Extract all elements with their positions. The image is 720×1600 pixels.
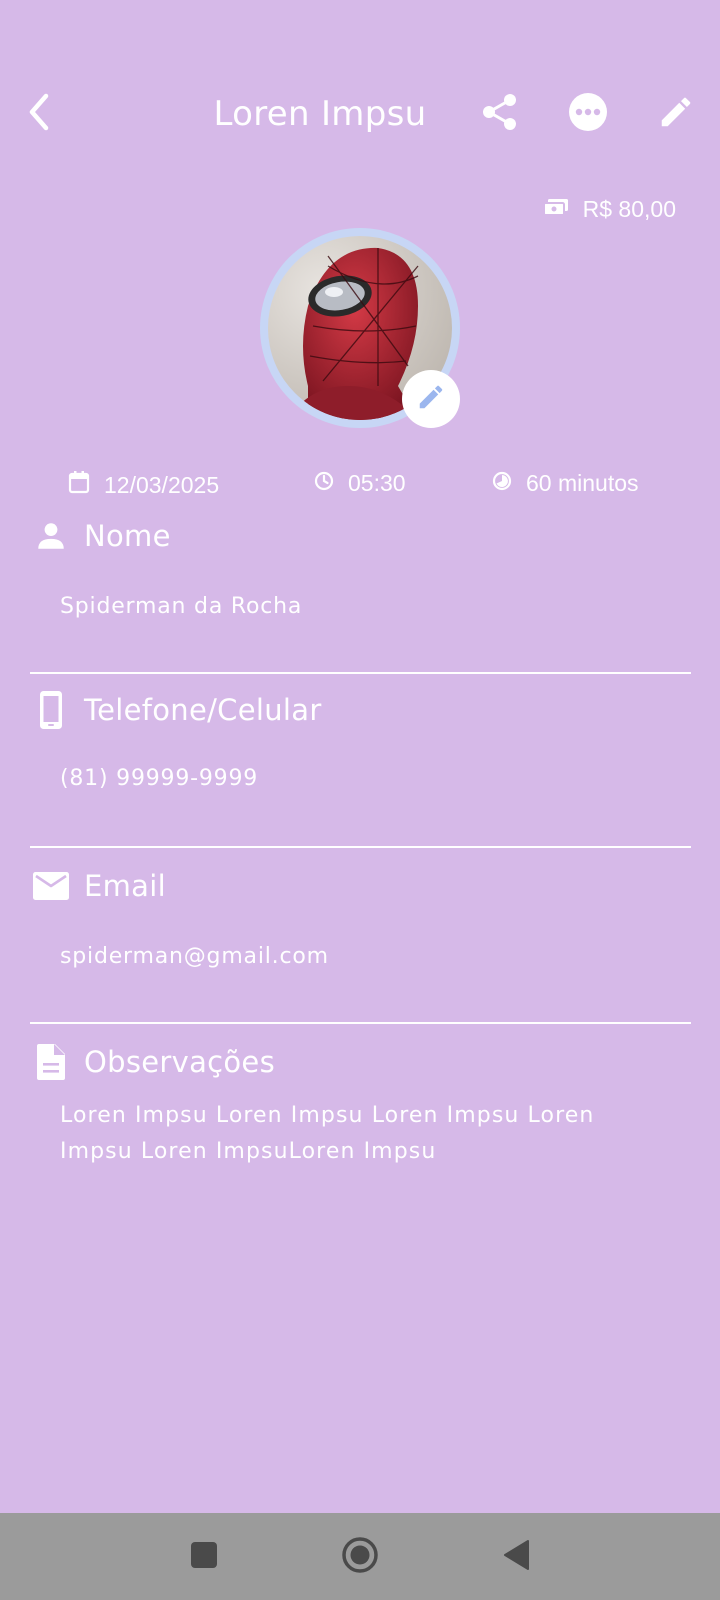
- appointment-meta: 12/03/2025 05:30 60 minutos: [0, 470, 720, 504]
- price-display: R$ 80,00: [542, 196, 676, 223]
- section-notes-header: Observações: [30, 1042, 275, 1082]
- system-back-button[interactable]: [492, 1533, 540, 1581]
- section-name: Nome Spiderman da Rocha: [30, 516, 691, 676]
- system-navigation-bar: [0, 1513, 720, 1600]
- section-email-header: Email: [30, 866, 166, 906]
- divider: [30, 846, 691, 848]
- clock-icon: [314, 470, 334, 497]
- meta-duration: 60 minutos: [492, 470, 639, 497]
- square-icon: [190, 1541, 218, 1573]
- section-email: Email spiderman@gmail.com: [30, 866, 691, 1026]
- share-button[interactable]: [476, 90, 524, 138]
- name-value: Spiderman da Rocha: [60, 594, 303, 619]
- pencil-icon: [416, 382, 446, 416]
- calendar-icon: [68, 470, 90, 500]
- meta-time: 05:30: [314, 470, 406, 497]
- avatar-edit-button[interactable]: [402, 370, 460, 428]
- notes-value: Loren Impsu Loren Impsu Loren Impsu Lore…: [60, 1103, 595, 1164]
- home-button[interactable]: [336, 1533, 384, 1581]
- share-icon: [480, 92, 520, 136]
- back-button[interactable]: [16, 90, 64, 138]
- page-title: Loren Impsu: [213, 94, 427, 134]
- timelapse-icon: [492, 470, 512, 497]
- section-notes: Observações: [30, 1042, 690, 1082]
- phone-value: (81) 99999-9999: [60, 766, 259, 791]
- person-icon: [30, 516, 72, 556]
- more-horizontal-icon: [568, 92, 608, 136]
- divider: [30, 1022, 691, 1024]
- mail-icon: [30, 866, 72, 906]
- time-value: 05:30: [348, 470, 406, 496]
- section-name-header: Nome: [30, 516, 171, 556]
- circle-icon: [341, 1536, 379, 1578]
- more-button[interactable]: [564, 90, 612, 138]
- top-app-bar: Loren Impsu: [0, 80, 720, 148]
- section-notes-title: Observações: [84, 1045, 275, 1079]
- triangle-back-icon: [502, 1539, 530, 1575]
- avatar[interactable]: [260, 228, 460, 428]
- section-email-title: Email: [84, 869, 166, 903]
- smartphone-icon: [30, 690, 72, 730]
- date-value: 12/03/2025: [104, 471, 220, 498]
- document-icon: [30, 1042, 72, 1082]
- payments-icon: [542, 196, 569, 223]
- section-name-title: Nome: [84, 519, 171, 553]
- section-phone: Telefone/Celular (81) 99999-9999: [30, 690, 691, 850]
- meta-date: 12/03/2025: [68, 470, 219, 500]
- divider: [30, 672, 691, 674]
- recents-button[interactable]: [180, 1533, 228, 1581]
- email-value: spiderman@gmail.com: [60, 944, 329, 969]
- price-value: R$ 80,00: [582, 196, 676, 222]
- duration-value: 60 minutos: [526, 470, 639, 496]
- section-phone-header: Telefone/Celular: [30, 690, 322, 730]
- pencil-icon: [657, 93, 695, 135]
- appointment-detail-screen: Loren Impsu R$ 80,00 12/03/2025 05:30 60…: [0, 0, 720, 1513]
- edit-button[interactable]: [652, 90, 700, 138]
- chevron-left-icon: [24, 92, 56, 136]
- section-phone-title: Telefone/Celular: [84, 693, 322, 727]
